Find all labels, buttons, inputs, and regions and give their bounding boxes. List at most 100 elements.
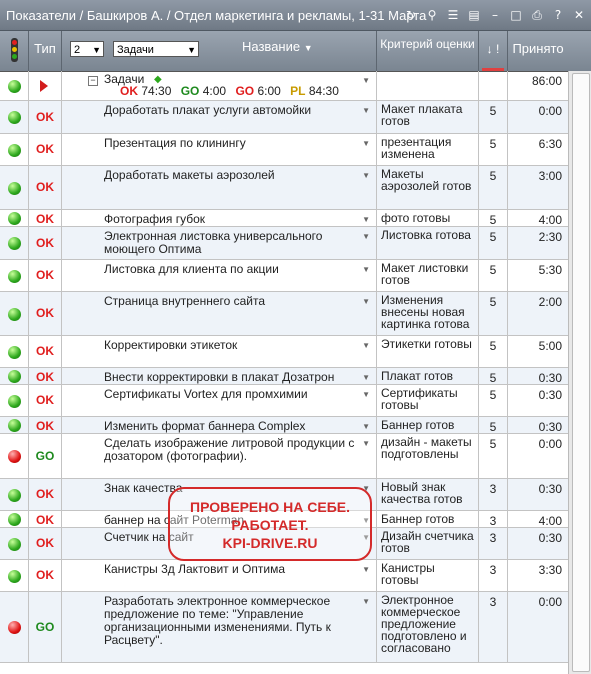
task-name[interactable]: Фотография губок (104, 212, 205, 226)
row-menu-icon[interactable]: ▼ (362, 437, 370, 450)
task-name[interactable]: Сделать изображение литровой продукции с… (104, 436, 354, 463)
table-row[interactable]: GO Разработать электронное коммерческое п… (0, 592, 568, 663)
status-green-icon (8, 143, 21, 157)
minimize-icon[interactable]: – (487, 7, 503, 23)
play-icon[interactable] (40, 80, 48, 92)
header-type[interactable]: Тип (29, 31, 62, 71)
criteria-cell: Электронное коммерческое предложение под… (377, 592, 479, 662)
table-row[interactable]: OK Доработать плакат услуги автомойки ▼ Мак… (0, 101, 568, 134)
task-name-cell[interactable]: Сделать изображение литровой продукции с… (62, 434, 377, 478)
row-menu-icon[interactable]: ▼ (362, 295, 370, 308)
filter-select[interactable]: Задачи ▼ (113, 41, 199, 57)
task-name[interactable]: Доработать макеты аэрозолей (104, 168, 275, 182)
criteria-cell: Баннер готов (377, 417, 479, 433)
type-cell: OK (29, 134, 62, 165)
table-row[interactable]: OK Презентация по клинингу ▼ презентация из… (0, 134, 568, 166)
status-cell (0, 292, 29, 335)
priority-cell: 3 (479, 479, 508, 510)
task-name-cell[interactable]: Канистры 3д Лактовит и Оптима ▼ (62, 560, 377, 591)
accepted-cell: 5:00 (538, 339, 562, 353)
row-menu-icon[interactable]: ▼ (362, 388, 370, 401)
task-name-cell[interactable]: Фотография губок ▼ (62, 210, 377, 226)
task-name[interactable]: Корректировки этикеток (104, 338, 237, 352)
task-name[interactable]: Доработать плакат услуги автомойки (104, 103, 311, 117)
table-row[interactable]: OK Канистры 3д Лактовит и Оптима ▼ Канистры… (0, 560, 568, 592)
vertical-scrollbar[interactable] (568, 71, 591, 674)
task-name[interactable]: Электронная листовка универсального моющ… (104, 229, 322, 256)
row-menu-icon[interactable]: ▼ (362, 137, 370, 150)
table-row[interactable]: OK Изменить формат баннера Complex ▼ Баннер… (0, 417, 568, 434)
table-row[interactable]: OK Сертификаты Vortex для промхимии ▼ Серти… (0, 385, 568, 417)
csv-export-icon[interactable]: ▤ (466, 7, 482, 23)
list-icon[interactable]: ☰ (445, 7, 461, 23)
task-name[interactable]: Листовка для клиента по акции (104, 262, 279, 276)
maximize-icon[interactable]: □ (508, 7, 524, 23)
table-row[interactable]: OK Корректировки этикеток ▼ Этикетки готовы… (0, 336, 568, 368)
row-menu-icon[interactable]: ▼ (362, 563, 370, 576)
task-name-cell[interactable]: Внести корректировки в плакат Дозатрон ▼ (62, 368, 377, 384)
task-name[interactable]: Внести корректировки в плакат Дозатрон (104, 370, 334, 384)
task-name[interactable]: Канистры 3д Лактовит и Оптима (104, 562, 285, 576)
row-menu-icon[interactable]: ▼ (362, 230, 370, 243)
priority-cell: 5 (479, 227, 508, 259)
row-menu-icon[interactable]: ▼ (362, 104, 370, 117)
level-select[interactable]: 2 ▼ (70, 41, 104, 57)
row-menu-icon[interactable]: ▼ (362, 169, 370, 182)
task-name[interactable]: Презентация по клинингу (104, 136, 246, 150)
table-row[interactable]: GO Сделать изображение литровой продукции… (0, 434, 568, 479)
table-row[interactable]: OK Фотография губок ▼ фото готовы 5 4:00 (0, 210, 568, 227)
task-name[interactable]: Изменить формат баннера Complex (104, 419, 305, 433)
search-icon[interactable]: ⚲ (424, 7, 440, 23)
scrollbar-thumb[interactable] (572, 73, 590, 672)
table-row[interactable]: OK Страница внутреннего сайта ▼ Изменения в… (0, 292, 568, 336)
task-name-cell[interactable]: Страница внутреннего сайта ▼ (62, 292, 377, 335)
type-cell: OK (29, 479, 62, 510)
help-icon[interactable]: ? (550, 7, 566, 23)
row-menu-icon[interactable]: ▼ (362, 595, 370, 608)
parent-criteria-cell (377, 71, 479, 100)
row-menu-icon[interactable]: ▼ (362, 74, 370, 87)
task-name-cell[interactable]: Электронная листовка универсального моющ… (62, 227, 377, 259)
row-menu-icon[interactable]: ▼ (362, 339, 370, 352)
refresh-icon[interactable]: ↻ (403, 7, 419, 23)
task-name-cell[interactable]: Презентация по клинингу ▼ (62, 134, 377, 165)
accepted-cell: 2:00 (538, 295, 562, 309)
criteria-cell: Этикетки готовы (377, 336, 479, 367)
status-cell (0, 417, 29, 433)
priority-cell: 5 (479, 336, 508, 367)
header-status-column[interactable] (0, 31, 29, 71)
row-menu-icon[interactable]: ▼ (362, 263, 370, 276)
header-criteria[interactable]: Критерий оценки (377, 31, 479, 71)
table-row[interactable]: OK Электронная листовка универсального мо… (0, 227, 568, 260)
task-name-cell[interactable]: Разработать электронное коммерческое пре… (62, 592, 377, 662)
task-name-cell[interactable]: Изменить формат баннера Complex ▼ (62, 417, 377, 433)
table-row[interactable]: OK Доработать макеты аэрозолей ▼ Макеты аэр… (0, 166, 568, 210)
table-row[interactable]: OK Листовка для клиента по акции ▼ Макет ли… (0, 260, 568, 292)
header-name[interactable]: Название ▼ (242, 39, 313, 54)
parent-row[interactable]: − Задачи ◆ OK 74:30 GO 4:00 GO 6:00 PL 8… (0, 71, 568, 101)
row-menu-icon[interactable]: ▼ (362, 371, 370, 384)
collapse-icon[interactable]: − (88, 76, 98, 86)
stat-value: 4:00 (202, 84, 227, 98)
row-menu-icon[interactable]: ▼ (362, 420, 370, 433)
type-cell: GO (29, 434, 62, 478)
task-name[interactable]: Страница внутреннего сайта (104, 294, 265, 308)
table-row[interactable]: OK Внести корректировки в плакат Дозатрон… (0, 368, 568, 385)
task-name[interactable]: Сертификаты Vortex для промхимии (104, 387, 308, 401)
task-name[interactable]: Разработать электронное коммерческое пре… (104, 594, 331, 647)
task-name-cell[interactable]: Доработать макеты аэрозолей ▼ (62, 166, 377, 209)
close-icon[interactable]: ✕ (571, 7, 587, 23)
task-name-cell[interactable]: Сертификаты Vortex для промхимии ▼ (62, 385, 377, 416)
task-name-cell[interactable]: Доработать плакат услуги автомойки ▼ (62, 101, 377, 133)
header-accepted[interactable]: Принято (508, 31, 568, 71)
task-name-cell[interactable]: Корректировки этикеток ▼ (62, 336, 377, 367)
print-icon[interactable]: ⎙ (529, 7, 545, 23)
status-cell (0, 368, 29, 384)
status-green-icon (8, 269, 21, 283)
task-name-cell[interactable]: Листовка для клиента по акции ▼ (62, 260, 377, 291)
criteria-cell: Макеты аэрозолей готов (377, 166, 479, 209)
priority-cell: 5 (479, 101, 508, 133)
row-menu-icon[interactable]: ▼ (362, 213, 370, 226)
accepted-cell: 5:30 (538, 263, 562, 277)
header-priority[interactable]: ↓ ! (479, 31, 508, 71)
